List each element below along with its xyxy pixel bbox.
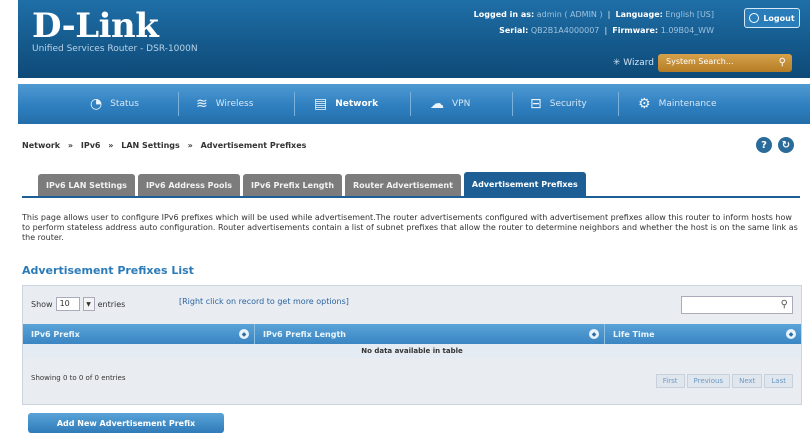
table-toolbar: Show 10 ▼ entries [Right click on record…	[23, 286, 801, 324]
wifi-icon: ≋	[196, 96, 208, 112]
nav-item-wireless[interactable]: ≋ Wireless	[196, 84, 253, 124]
nav-item-security[interactable]: ⊟ Security	[530, 84, 587, 124]
brand-logo: D-Link	[32, 6, 159, 46]
nav-divider	[618, 92, 619, 116]
empty-table-message: No data available in table	[23, 344, 801, 358]
firmware-value: 1.09B04_WW	[660, 26, 714, 35]
gear-icon: ⚙	[638, 96, 651, 112]
entries-label: entries	[97, 299, 126, 309]
table-footer: Showing 0 to 0 of 0 entries First Previo…	[23, 358, 801, 404]
logout-button[interactable]: Logout	[744, 8, 800, 28]
nav-label-vpn: VPN	[452, 99, 471, 109]
breadcrumb-lan-settings[interactable]: LAN Settings	[121, 141, 180, 150]
sort-icon: ◆	[239, 329, 249, 339]
wand-icon: ✳	[612, 58, 621, 68]
search-placeholder: System Search...	[666, 57, 734, 66]
sort-icon: ◆	[589, 329, 599, 339]
breadcrumb: Network » IPv6 » LAN Settings » Advertis…	[22, 141, 311, 150]
tab-ipv6-prefix-length[interactable]: IPv6 Prefix Length	[243, 174, 343, 196]
entries-selector: Show 10 ▼ entries	[31, 297, 125, 311]
refresh-icon[interactable]: ↻	[778, 137, 794, 153]
breadcrumb-current: Advertisement Prefixes	[200, 141, 307, 150]
breadcrumb-separator: »	[67, 141, 74, 150]
device-info: Serial: QB2B1A4000007 | Firmware: 1.09B0…	[499, 26, 714, 35]
logged-in-label: Logged in as:	[473, 10, 535, 19]
next-page-button[interactable]: Next	[732, 374, 763, 388]
search-icon: ⚲	[780, 299, 788, 310]
breadcrumb-separator: »	[108, 141, 114, 150]
tab-underline	[22, 196, 800, 198]
header: D-Link Unified Services Router - DSR-100…	[18, 0, 810, 78]
logout-label: Logout	[763, 13, 795, 23]
nav-label-maintenance: Maintenance	[658, 99, 717, 109]
previous-page-button[interactable]: Previous	[686, 374, 731, 388]
nav-label-security: Security	[549, 99, 587, 109]
prefixes-table-panel: Show 10 ▼ entries [Right click on record…	[22, 285, 802, 405]
system-search-input[interactable]: System Search... ⚲	[658, 54, 792, 72]
nav-item-vpn[interactable]: ☁ VPN	[430, 84, 470, 124]
tab-ipv6-lan-settings[interactable]: IPv6 LAN Settings	[38, 174, 135, 196]
column-life-time[interactable]: Life Time ◆	[605, 324, 801, 344]
breadcrumb-ipv6[interactable]: IPv6	[81, 141, 101, 150]
column-ipv6-prefix[interactable]: IPv6 Prefix ◆	[23, 324, 255, 344]
wizard-link[interactable]: ✳ Wizard	[613, 58, 654, 68]
serial-label: Serial:	[499, 26, 529, 35]
breadcrumb-network[interactable]: Network	[22, 141, 60, 150]
nav-divider	[178, 92, 179, 116]
sort-icon: ◆	[786, 329, 796, 339]
power-icon	[749, 13, 760, 23]
network-icon: ▤	[314, 96, 328, 112]
tab-router-advertisement[interactable]: Router Advertisement	[345, 174, 461, 196]
help-icon[interactable]: ?	[756, 137, 772, 153]
search-icon[interactable]: ⚲	[779, 57, 786, 68]
tab-advertisement-prefixes[interactable]: Advertisement Prefixes	[463, 172, 586, 196]
nav-item-network[interactable]: ▤ Network	[314, 84, 378, 124]
section-title: Advertisement Prefixes List	[22, 264, 194, 277]
entries-count-select[interactable]: 10	[55, 297, 80, 311]
nav-divider	[294, 92, 295, 116]
column-label: IPv6 Prefix	[31, 329, 80, 339]
nav-label-network: Network	[335, 99, 379, 109]
nav-item-maintenance[interactable]: ⚙ Maintenance	[638, 84, 717, 124]
login-info: Logged in as: admin ( ADMIN ) | Language…	[473, 10, 714, 19]
nav-label-status: Status	[110, 99, 139, 109]
serial-value: QB2B1A4000007	[530, 26, 600, 35]
lock-icon: ⊟	[530, 96, 542, 112]
last-page-button[interactable]: Last	[764, 374, 793, 388]
logged-in-user: admin ( ADMIN )	[536, 10, 603, 19]
table-header: IPv6 Prefix ◆ IPv6 Prefix Length ◆ Life …	[23, 324, 801, 344]
breadcrumb-separator: »	[187, 141, 193, 150]
tab-bar: IPv6 LAN Settings IPv6 Address Pools IPv…	[38, 172, 586, 196]
column-label: Life Time	[613, 329, 655, 339]
firmware-label: Firmware:	[612, 26, 659, 35]
nav-item-status[interactable]: ◔ Status	[90, 84, 139, 124]
nav-divider	[410, 92, 411, 116]
table-search-input[interactable]: ⚲	[681, 296, 793, 314]
nav-divider	[512, 92, 513, 116]
entries-summary: Showing 0 to 0 of 0 entries	[31, 374, 126, 382]
table-hint: [Right click on record to get more optio…	[179, 297, 349, 306]
language-value[interactable]: English [US]	[665, 10, 714, 19]
pagination: First Previous Next Last	[655, 374, 793, 388]
cloud-icon: ☁	[430, 96, 444, 112]
nav-label-wireless: Wireless	[215, 99, 254, 109]
chevron-down-icon[interactable]: ▼	[82, 297, 95, 311]
brand-subtitle: Unified Services Router - DSR-1000N	[32, 44, 198, 54]
add-advertisement-prefix-button[interactable]: Add New Advertisement Prefix	[28, 413, 224, 433]
tab-ipv6-address-pools[interactable]: IPv6 Address Pools	[137, 174, 241, 196]
language-label: Language:	[615, 10, 663, 19]
first-page-button[interactable]: First	[655, 374, 685, 388]
wizard-label: Wizard	[623, 58, 654, 68]
dashboard-icon: ◔	[90, 96, 103, 112]
column-ipv6-prefix-length[interactable]: IPv6 Prefix Length ◆	[255, 324, 605, 344]
main-nav: ◔ Status ≋ Wireless ▤ Network ☁ VPN ⊟ Se…	[18, 84, 810, 124]
column-label: IPv6 Prefix Length	[263, 329, 346, 339]
page-description: This page allows user to configure IPv6 …	[22, 213, 798, 242]
show-label: Show	[31, 299, 53, 309]
